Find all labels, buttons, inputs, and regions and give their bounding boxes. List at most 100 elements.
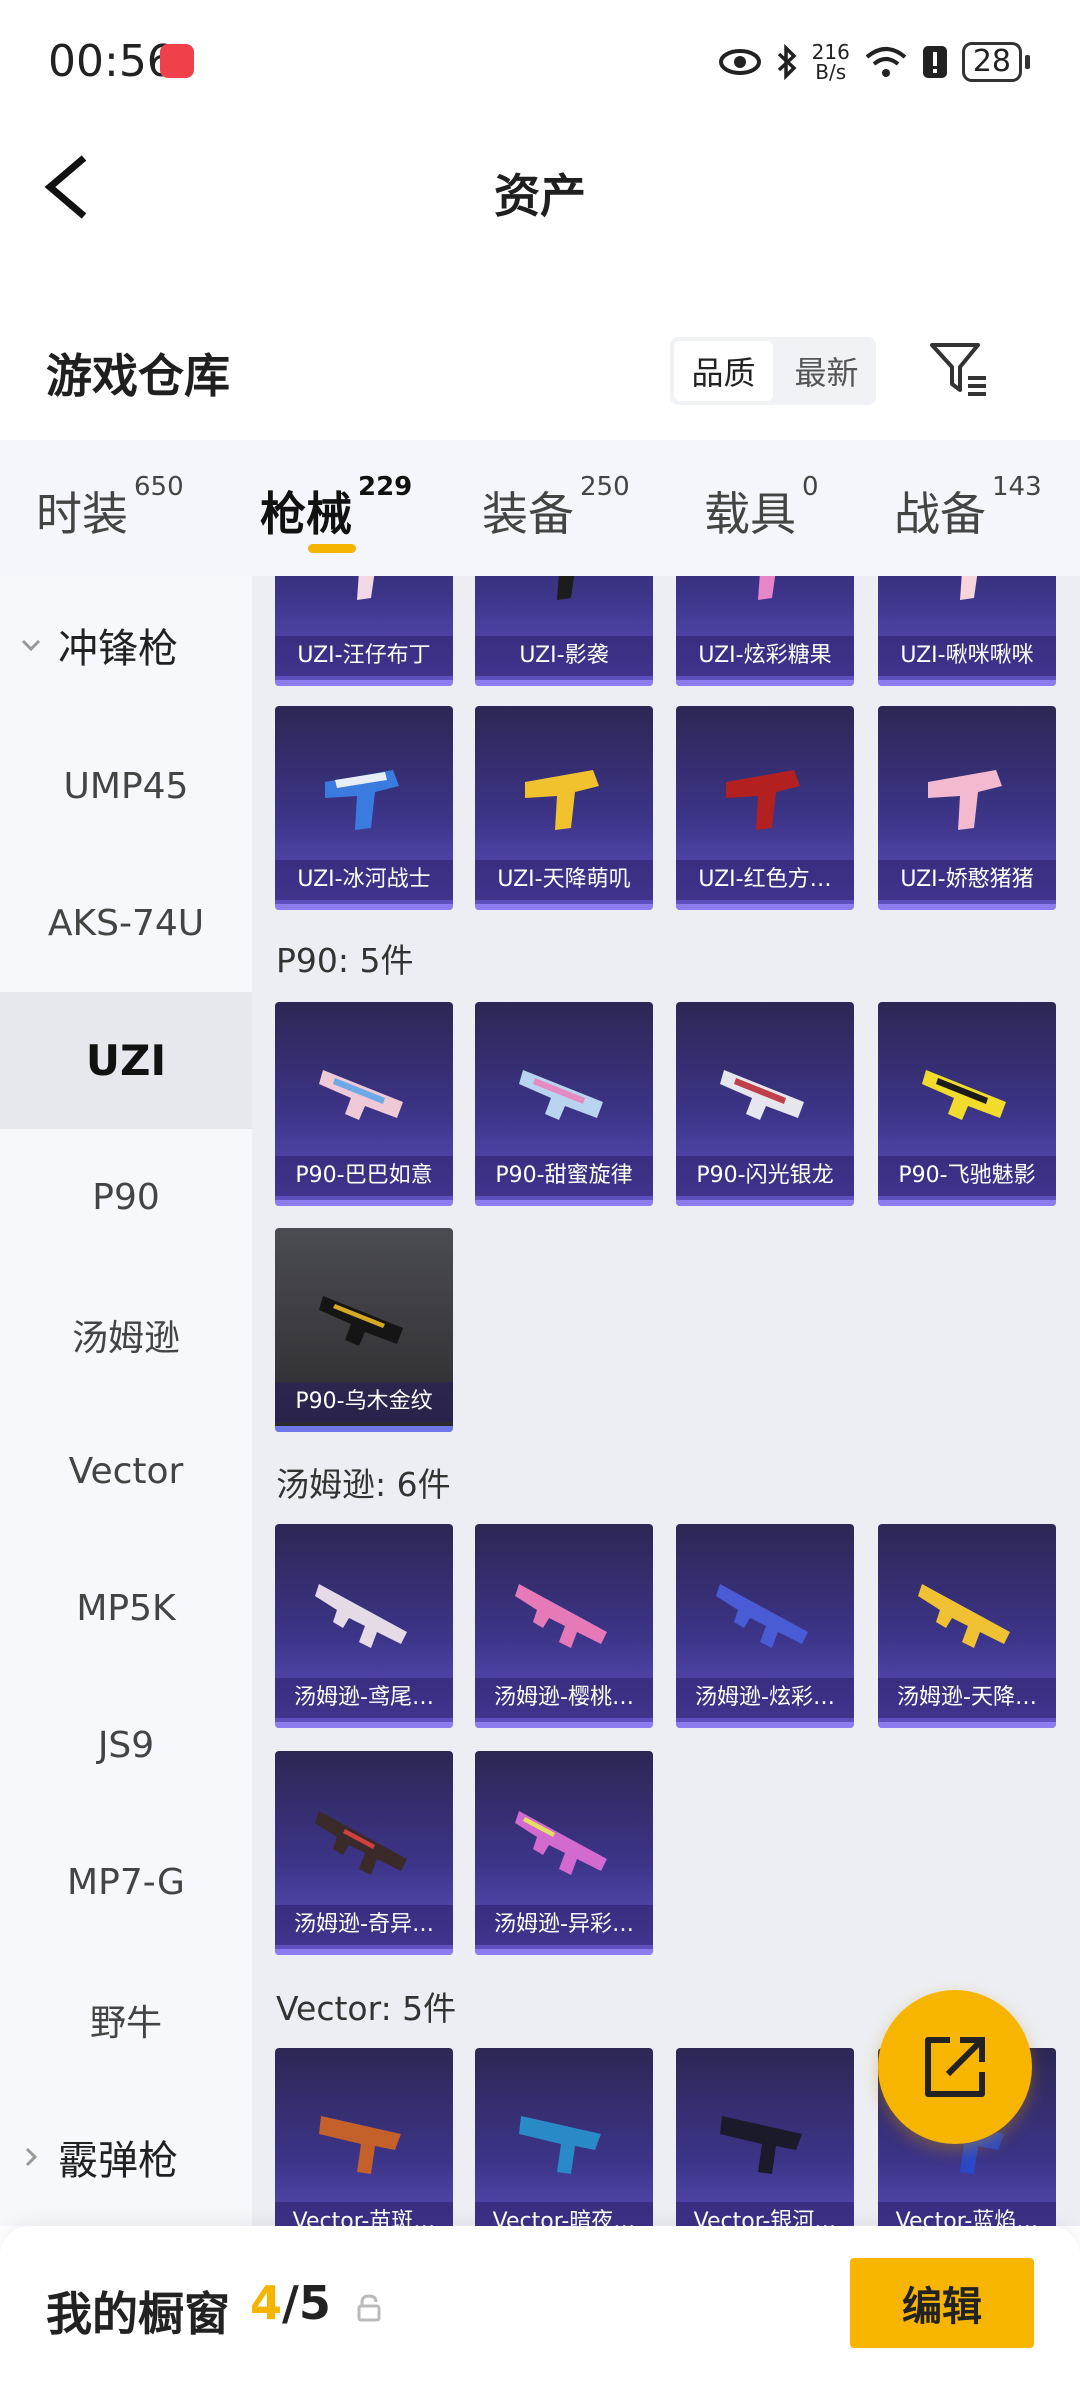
rifle-icon xyxy=(716,1584,808,1648)
skin-name: UZI-影袭 xyxy=(475,636,653,676)
skin-card[interactable]: 汤姆逊-樱桃… xyxy=(475,1524,653,1728)
p90-icon xyxy=(519,1070,603,1120)
tab-supplies[interactable]: 战备 143 xyxy=(894,472,1042,544)
sidebar-item-mp7g[interactable]: MP7-G xyxy=(0,1814,252,1951)
skin-name: Vector-蓝焰… xyxy=(878,2202,1056,2226)
p90-icon xyxy=(720,1070,804,1120)
skin-card[interactable]: UZI-天降萌叽 xyxy=(475,706,653,910)
skin-name: UZI-娇憨猪猪 xyxy=(878,860,1056,900)
page-title: 资产 xyxy=(494,169,586,223)
bluetooth-icon xyxy=(777,44,797,80)
p90-icon xyxy=(319,1296,403,1346)
sort-option-latest[interactable]: 最新 xyxy=(777,337,876,405)
skin-name: Vector-暗夜… xyxy=(475,2202,653,2226)
sidebar-item-js9[interactable]: JS9 xyxy=(0,1677,252,1814)
skin-name: UZI-红色方… xyxy=(676,860,854,900)
sidebar-item-mp5k[interactable]: MP5K xyxy=(0,1540,252,1677)
skin-card[interactable]: P90-甜蜜旋律 xyxy=(475,1002,653,1206)
skin-card[interactable]: Vector-暗夜… xyxy=(475,2048,653,2226)
edit-button[interactable]: 编辑 xyxy=(850,2258,1034,2348)
section-title-thompson: 汤姆逊: 6件 xyxy=(276,1465,451,1504)
rifle-icon xyxy=(515,1811,607,1875)
tab-vehicles[interactable]: 载具 0 xyxy=(704,472,819,544)
smg-icon xyxy=(525,770,599,830)
p90-icon xyxy=(922,1070,1006,1120)
sidebar-item-aks74u[interactable]: AKS-74U xyxy=(0,855,252,992)
skin-card[interactable]: 汤姆逊-炫彩… xyxy=(676,1524,854,1728)
skin-name: 汤姆逊-樱桃… xyxy=(475,1678,653,1718)
skin-name: P90-甜蜜旋律 xyxy=(475,1156,653,1196)
sort-toggle: 品质 最新 xyxy=(670,337,876,405)
skin-card[interactable]: UZI-娇憨猪猪 xyxy=(878,706,1056,910)
skin-card[interactable]: 汤姆逊-鸢尾… xyxy=(275,1524,453,1728)
sidebar-group-shotgun[interactable]: 霰弹枪 xyxy=(0,2088,252,2225)
weapon-type-sidebar: 冲锋枪 UMP45 AKS-74U UZI P90 汤姆逊 Vector MP5… xyxy=(0,576,252,2226)
skin-card[interactable]: P90-闪光银龙 xyxy=(676,1002,854,1206)
category-tabs: 时装 650 枪械 229 装备 250 载具 0 战备 143 xyxy=(0,440,1080,576)
skin-card[interactable]: UZI-炫彩糖果 xyxy=(676,576,854,686)
chevron-down-icon xyxy=(21,639,41,651)
share-fab[interactable] xyxy=(878,1990,1032,2144)
smg-icon xyxy=(758,576,776,600)
rifle-icon xyxy=(315,1811,407,1875)
skin-card[interactable]: UZI-红色方… xyxy=(676,706,854,910)
chevron-right-icon xyxy=(25,2147,38,2166)
sidebar-item-uzi[interactable]: UZI xyxy=(0,992,252,1129)
skin-name: P90-巴巴如意 xyxy=(275,1156,453,1196)
smg-icon xyxy=(960,576,978,600)
smg-icon xyxy=(928,770,1002,830)
filter-icon[interactable] xyxy=(928,340,990,398)
skin-name: Vector-银河… xyxy=(676,2202,854,2226)
smg-icon xyxy=(325,770,399,830)
rifle-icon xyxy=(315,1584,407,1648)
vector-icon xyxy=(319,2116,401,2174)
sidebar-item-thompson[interactable]: 汤姆逊 xyxy=(0,1266,252,1403)
skin-name: 汤姆逊-鸢尾… xyxy=(275,1678,453,1718)
skin-name: UZI-啾咪啾咪 xyxy=(878,636,1056,676)
skin-card[interactable]: UZI-啾咪啾咪 xyxy=(878,576,1056,686)
skin-name: 汤姆逊-炫彩… xyxy=(676,1678,854,1718)
skin-name: P90-乌木金纹 xyxy=(275,1382,453,1422)
tab-equipment[interactable]: 装备 250 xyxy=(482,472,630,544)
sidebar-item-p90[interactable]: P90 xyxy=(0,1129,252,1266)
active-tab-indicator xyxy=(308,544,356,553)
skin-name: UZI-天降萌叽 xyxy=(475,860,653,900)
skin-name: UZI-汪仔布丁 xyxy=(275,636,453,676)
skin-card[interactable]: UZI-冰河战士 xyxy=(275,706,453,910)
sort-option-quality[interactable]: 品质 xyxy=(674,341,773,401)
skin-grid: UZI-汪仔布丁 UZI-影袭 UZI-炫彩糖果 UZI-啾咪啾咪 UZI-冰河… xyxy=(252,576,1080,2226)
skin-name: 汤姆逊-奇异… xyxy=(275,1905,453,1945)
sidebar-item-vector[interactable]: Vector xyxy=(0,1403,252,1540)
section-title-vector: Vector: 5件 xyxy=(276,1989,457,2028)
skin-card[interactable]: Vector-苗斑… xyxy=(275,2048,453,2226)
share-external-icon xyxy=(925,2037,985,2097)
skin-card[interactable]: Vector-银河… xyxy=(676,2048,854,2226)
sidebar-group-smg[interactable]: 冲锋枪 xyxy=(0,576,252,713)
warehouse-title: 游戏仓库 xyxy=(46,349,230,403)
skin-card[interactable]: 汤姆逊-天降… xyxy=(878,1524,1056,1728)
skin-name: UZI-冰河战士 xyxy=(275,860,453,900)
p90-icon xyxy=(319,1070,403,1120)
showcase-count: 4/5 xyxy=(250,2276,331,2330)
skin-card[interactable]: UZI-影袭 xyxy=(475,576,653,686)
vector-icon xyxy=(720,2116,802,2174)
top-app-bar: 资产 xyxy=(0,120,1080,255)
tab-firearms[interactable]: 枪械 229 xyxy=(260,472,412,544)
eye-icon xyxy=(718,49,761,75)
skin-card[interactable]: P90-飞驰魅影 xyxy=(878,1002,1056,1206)
showcase-title: 我的橱窗 xyxy=(46,2287,230,2341)
showcase-bar: 我的橱窗 4/5 编辑 xyxy=(0,2226,1080,2382)
skin-card[interactable]: P90-乌木金纹 xyxy=(275,1228,453,1432)
smg-icon xyxy=(357,576,375,600)
skin-card[interactable]: P90-巴巴如意 xyxy=(275,1002,453,1206)
skin-name: Vector-苗斑… xyxy=(275,2202,453,2226)
skin-card[interactable]: 汤姆逊-奇异… xyxy=(275,1751,453,1955)
status-icons: 216 B/s 28 xyxy=(718,38,1030,86)
skin-card[interactable]: UZI-汪仔布丁 xyxy=(275,576,453,686)
smg-icon xyxy=(557,576,575,600)
skin-card[interactable]: 汤姆逊-异彩… xyxy=(475,1751,653,1955)
sidebar-item-ump45[interactable]: UMP45 xyxy=(0,718,252,855)
skin-name: 汤姆逊-天降… xyxy=(878,1678,1056,1718)
tab-fashion[interactable]: 时装 650 xyxy=(36,472,184,544)
sidebar-item-bison[interactable]: 野牛 xyxy=(0,1951,252,2088)
